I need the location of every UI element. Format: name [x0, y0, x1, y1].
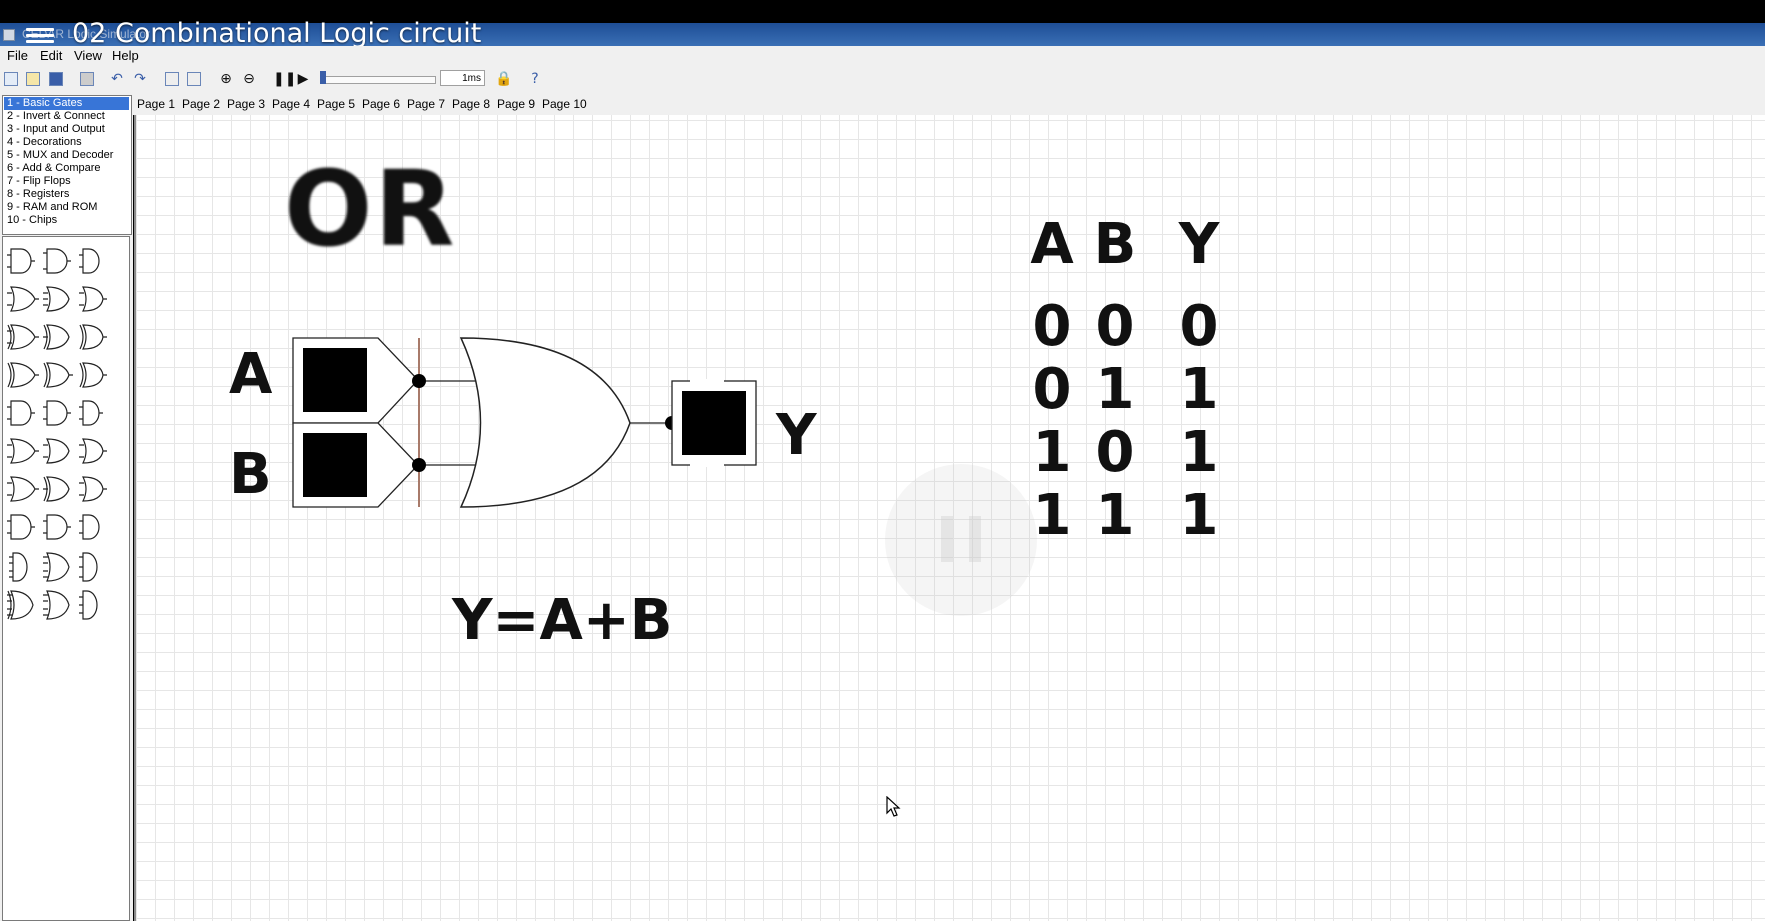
video-pause-overlay[interactable]	[885, 464, 1037, 616]
junction-a	[412, 374, 426, 388]
tt-cell: 1	[1095, 483, 1135, 548]
tt-header-y: Y	[1178, 212, 1220, 277]
tt-cell: 0	[1179, 294, 1219, 359]
tt-cell: 1	[1179, 420, 1219, 485]
junction-b	[412, 458, 426, 472]
input-b-toggle[interactable]	[292, 422, 419, 508]
tt-cell: 0	[1095, 420, 1135, 485]
input-a-toggle[interactable]	[292, 337, 419, 424]
mouse-cursor-icon	[886, 796, 901, 817]
label-a: A	[229, 342, 273, 407]
tt-header-a: A	[1030, 212, 1074, 277]
tt-cell: 1	[1179, 357, 1219, 422]
label-y: Y	[776, 403, 817, 468]
tt-cell: 1	[1032, 420, 1072, 485]
tt-cell: 0	[1032, 294, 1072, 359]
boolean-equation: Y=A+B	[452, 588, 673, 653]
tt-cell: 0	[1095, 294, 1135, 359]
tt-cell: 1	[1179, 483, 1219, 548]
label-b: B	[229, 442, 272, 507]
tt-header-b: B	[1093, 212, 1137, 277]
or-gate[interactable]	[459, 337, 631, 508]
tt-cell: 0	[1032, 357, 1072, 422]
output-y-led[interactable]	[671, 379, 757, 467]
tt-cell: 1	[1095, 357, 1135, 422]
